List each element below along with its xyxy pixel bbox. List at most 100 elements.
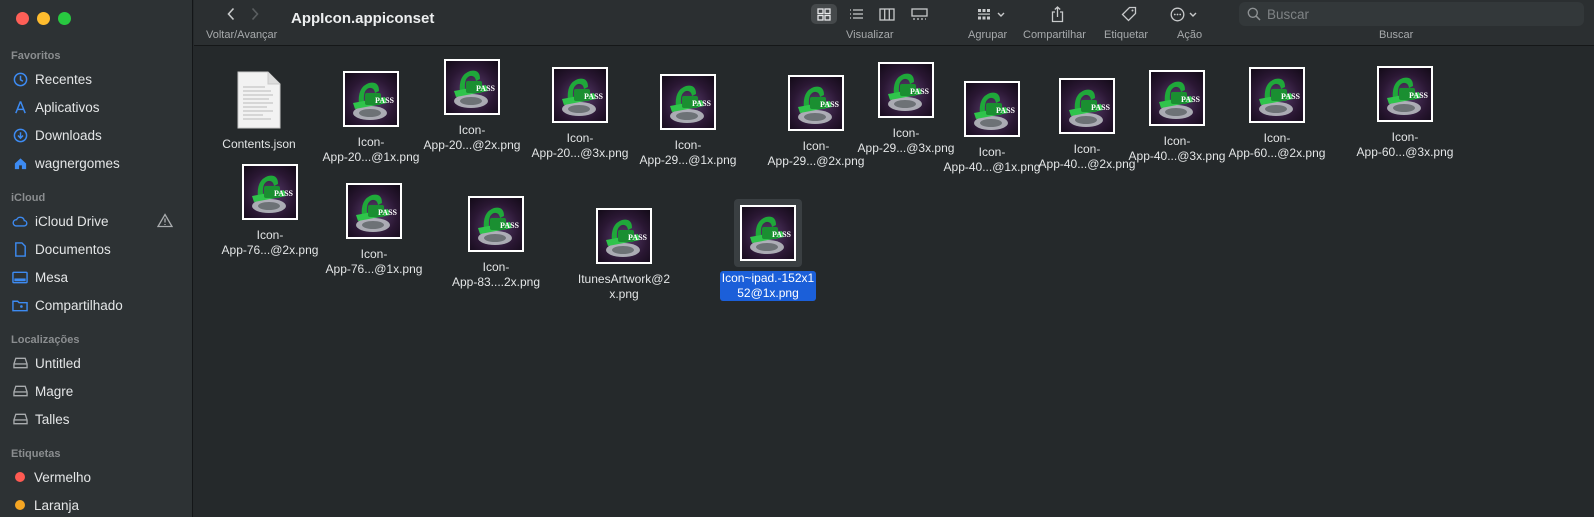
- action-button[interactable]: [1170, 4, 1200, 24]
- app-logo-icon: PASS: [562, 78, 604, 116]
- share-button[interactable]: [1048, 4, 1066, 24]
- app-icon-thumbnail: PASS: [878, 62, 934, 118]
- forward-button[interactable]: [245, 4, 265, 24]
- sidebar-item-label: Laranja: [34, 497, 80, 513]
- sidebar-item-label: Documentos: [35, 241, 111, 257]
- file-item[interactable]: PASS Icon- App-20...@2x.png: [421, 59, 523, 153]
- sidebar-item-downloads[interactable]: Downloads: [11, 123, 183, 147]
- file-item[interactable]: PASS Icon- App-40...@3x.png: [1122, 70, 1232, 164]
- action-label: Ação: [1177, 29, 1203, 41]
- file-name: ItunesArtwork@2 x.png: [577, 272, 671, 301]
- file-name: Icon- App-20...@1x.png: [322, 135, 420, 164]
- shared-folder-icon: [11, 297, 29, 313]
- app-logo-icon: PASS: [750, 216, 792, 254]
- file-item[interactable]: PASS Icon- App-60...@3x.png: [1350, 66, 1460, 160]
- icon-view-button[interactable]: [811, 4, 837, 24]
- svg-text:PASS: PASS: [375, 96, 395, 105]
- search-input[interactable]: [1267, 6, 1567, 22]
- svg-text:PASS: PASS: [274, 189, 294, 198]
- zoom-button[interactable]: [58, 12, 71, 25]
- sidebar-item-documentos[interactable]: Documentos: [11, 237, 183, 261]
- app-icon-thumbnail: PASS: [964, 81, 1020, 137]
- file-item[interactable]: Contents.json: [211, 71, 307, 152]
- sidebar-item-mesa[interactable]: Mesa: [11, 265, 183, 289]
- app-icon-thumbnail: PASS: [660, 74, 716, 130]
- list-view-button[interactable]: [846, 4, 866, 24]
- group-button[interactable]: [976, 4, 1008, 24]
- sidebar-item-label: Talles: [35, 411, 70, 427]
- file-item[interactable]: PASS Icon- App-76...@1x.png: [319, 183, 429, 277]
- sidebar-item-magre[interactable]: Magre: [11, 379, 183, 403]
- file-name: Icon- App-60...@3x.png: [1356, 130, 1454, 159]
- sidebar-item-home[interactable]: wagnergomes: [11, 151, 183, 175]
- app-logo-icon: PASS: [670, 85, 712, 123]
- app-icon-thumbnail: PASS: [444, 59, 500, 115]
- search-field[interactable]: [1239, 2, 1584, 26]
- warning-icon[interactable]: [157, 213, 173, 228]
- app-logo-icon: PASS: [1259, 78, 1301, 116]
- red-tag-dot: [15, 472, 25, 482]
- favorites-section-title: Favoritos: [11, 50, 61, 62]
- home-icon: [11, 155, 29, 171]
- file-item[interactable]: PASS Icon- App-60...@2x.png: [1222, 67, 1332, 161]
- app-logo-icon: PASS: [252, 175, 294, 213]
- file-item[interactable]: PASS Icon- App-20...@3x.png: [525, 67, 635, 161]
- drive-icon: [11, 355, 29, 371]
- minimize-button[interactable]: [37, 12, 50, 25]
- icloud-section-title: iCloud: [11, 192, 46, 204]
- column-view-button[interactable]: [877, 4, 897, 24]
- app-logo-icon: PASS: [974, 92, 1016, 130]
- app-logo-icon: PASS: [454, 70, 496, 108]
- app-icon-thumbnail: PASS: [740, 205, 796, 261]
- app-icon-thumbnail: PASS: [468, 196, 524, 252]
- gallery-view-button[interactable]: [908, 4, 930, 24]
- file-item[interactable]: PASS Icon- App-76...@2x.png: [215, 164, 325, 258]
- app-icon-thumbnail: PASS: [242, 164, 298, 220]
- sidebar-tag-laranja[interactable]: Laranja: [11, 493, 183, 517]
- svg-text:PASS: PASS: [772, 230, 792, 239]
- svg-text:PASS: PASS: [476, 84, 496, 93]
- view-label: Visualizar: [846, 29, 894, 41]
- svg-text:PASS: PASS: [1281, 92, 1301, 101]
- chevron-left-icon: [227, 7, 235, 21]
- window-controls: [16, 12, 71, 25]
- file-item[interactable]: PASS Icon- App-20...@1x.png: [321, 71, 421, 165]
- app-logo-icon: PASS: [356, 194, 398, 232]
- sidebar-item-icloud-drive[interactable]: iCloud Drive: [11, 209, 183, 233]
- file-name: Icon~ipad.-152x1 52@1x.png: [719, 271, 817, 301]
- group-icon: [978, 8, 1005, 19]
- app-logo-icon: PASS: [606, 219, 648, 257]
- svg-text:PASS: PASS: [996, 106, 1016, 115]
- sidebar-item-talles[interactable]: Talles: [11, 407, 183, 431]
- svg-text:PASS: PASS: [692, 99, 712, 108]
- search-icon: [1247, 7, 1261, 21]
- search-label: Buscar: [1379, 29, 1414, 41]
- file-item[interactable]: PASS Icon- App-83....2x.png: [441, 196, 551, 290]
- nav-label: Voltar/Avançar: [206, 29, 278, 41]
- app-logo-icon: PASS: [1069, 89, 1111, 127]
- sidebar-item-untitled[interactable]: Untitled: [11, 351, 183, 375]
- app-icon-thumbnail: PASS: [552, 67, 608, 123]
- app-logo-icon: PASS: [353, 82, 395, 120]
- back-button[interactable]: [221, 4, 241, 24]
- app-icon-thumbnail: PASS: [1149, 70, 1205, 126]
- drive-icon: [11, 411, 29, 427]
- locations-section-title: Localizações: [11, 334, 80, 346]
- file-item[interactable]: PASS Icon- App-40...@1x.png: [937, 81, 1047, 175]
- file-item[interactable]: PASS ItunesArtwork@2 x.png: [569, 208, 679, 302]
- file-name: Icon- App-40...@2x.png: [1038, 142, 1136, 171]
- tag-button[interactable]: [1119, 4, 1139, 24]
- sidebar-item-compartilhado[interactable]: Compartilhado: [11, 293, 183, 317]
- svg-text:PASS: PASS: [820, 100, 840, 109]
- app-logo-icon: PASS: [1159, 81, 1201, 119]
- file-item-selected[interactable]: PASS Icon~ipad.-152x1 52@1x.png: [713, 199, 823, 301]
- desktop-icon: [11, 269, 29, 285]
- file-name: Icon- App-83....2x.png: [451, 260, 541, 289]
- sidebar-item-aplicativos[interactable]: Aplicativos: [11, 95, 183, 119]
- sidebar-tag-vermelho[interactable]: Vermelho: [11, 465, 183, 489]
- close-button[interactable]: [16, 12, 29, 25]
- tags-section-title: Etiquetas: [11, 448, 61, 460]
- json-file-icon: [237, 71, 281, 129]
- file-item[interactable]: PASS Icon- App-29...@1x.png: [633, 74, 743, 168]
- sidebar-item-recentes[interactable]: Recentes: [11, 67, 183, 91]
